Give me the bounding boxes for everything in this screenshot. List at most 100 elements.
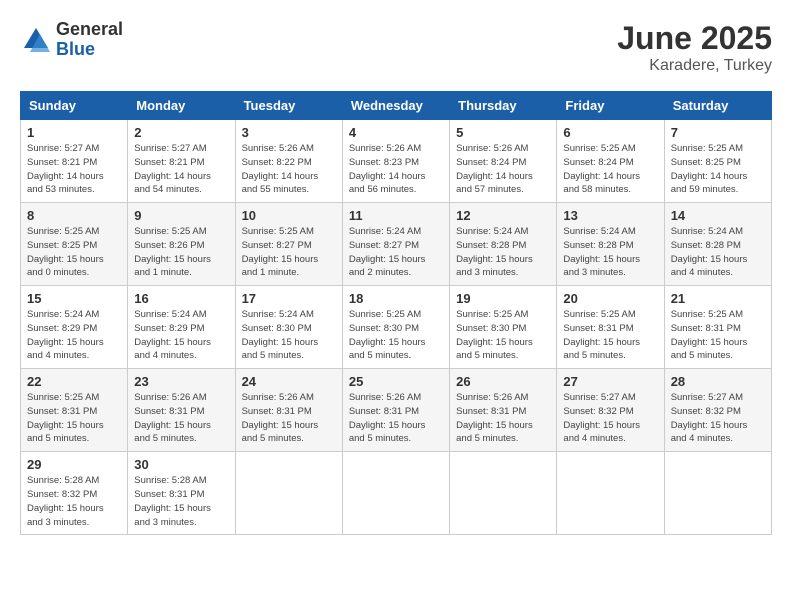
day-info: Sunrise: 5:24 AMSunset: 8:27 PMDaylight:… <box>349 225 443 280</box>
calendar-week-row: 1 Sunrise: 5:27 AMSunset: 8:21 PMDayligh… <box>21 120 772 203</box>
calendar-cell: 28 Sunrise: 5:27 AMSunset: 8:32 PMDaylig… <box>664 369 771 452</box>
day-info: Sunrise: 5:26 AMSunset: 8:31 PMDaylight:… <box>349 391 443 446</box>
day-info: Sunrise: 5:25 AMSunset: 8:30 PMDaylight:… <box>349 308 443 363</box>
calendar-cell: 3 Sunrise: 5:26 AMSunset: 8:22 PMDayligh… <box>235 120 342 203</box>
calendar-cell: 24 Sunrise: 5:26 AMSunset: 8:31 PMDaylig… <box>235 369 342 452</box>
day-info: Sunrise: 5:24 AMSunset: 8:29 PMDaylight:… <box>27 308 121 363</box>
calendar-cell: 12 Sunrise: 5:24 AMSunset: 8:28 PMDaylig… <box>450 203 557 286</box>
calendar-cell <box>664 452 771 535</box>
day-number: 8 <box>27 208 121 223</box>
calendar-cell: 29 Sunrise: 5:28 AMSunset: 8:32 PMDaylig… <box>21 452 128 535</box>
logo-blue-text: Blue <box>56 40 123 60</box>
day-number: 17 <box>242 291 336 306</box>
calendar-cell: 15 Sunrise: 5:24 AMSunset: 8:29 PMDaylig… <box>21 286 128 369</box>
day-info: Sunrise: 5:25 AMSunset: 8:25 PMDaylight:… <box>27 225 121 280</box>
calendar-cell: 20 Sunrise: 5:25 AMSunset: 8:31 PMDaylig… <box>557 286 664 369</box>
day-number: 4 <box>349 125 443 140</box>
calendar-cell <box>450 452 557 535</box>
day-info: Sunrise: 5:27 AMSunset: 8:32 PMDaylight:… <box>563 391 657 446</box>
calendar-week-row: 22 Sunrise: 5:25 AMSunset: 8:31 PMDaylig… <box>21 369 772 452</box>
location-title: Karadere, Turkey <box>617 57 772 75</box>
day-info: Sunrise: 5:25 AMSunset: 8:24 PMDaylight:… <box>563 142 657 197</box>
calendar-cell: 2 Sunrise: 5:27 AMSunset: 8:21 PMDayligh… <box>128 120 235 203</box>
day-number: 26 <box>456 374 550 389</box>
day-info: Sunrise: 5:24 AMSunset: 8:30 PMDaylight:… <box>242 308 336 363</box>
day-info: Sunrise: 5:26 AMSunset: 8:31 PMDaylight:… <box>456 391 550 446</box>
calendar-cell: 22 Sunrise: 5:25 AMSunset: 8:31 PMDaylig… <box>21 369 128 452</box>
day-info: Sunrise: 5:26 AMSunset: 8:23 PMDaylight:… <box>349 142 443 197</box>
calendar-cell: 8 Sunrise: 5:25 AMSunset: 8:25 PMDayligh… <box>21 203 128 286</box>
day-info: Sunrise: 5:24 AMSunset: 8:28 PMDaylight:… <box>563 225 657 280</box>
day-number: 30 <box>134 457 228 472</box>
day-info: Sunrise: 5:24 AMSunset: 8:28 PMDaylight:… <box>671 225 765 280</box>
day-number: 11 <box>349 208 443 223</box>
day-info: Sunrise: 5:25 AMSunset: 8:31 PMDaylight:… <box>671 308 765 363</box>
day-info: Sunrise: 5:27 AMSunset: 8:21 PMDaylight:… <box>27 142 121 197</box>
day-number: 28 <box>671 374 765 389</box>
calendar-cell <box>235 452 342 535</box>
day-number: 6 <box>563 125 657 140</box>
day-number: 22 <box>27 374 121 389</box>
calendar-cell: 6 Sunrise: 5:25 AMSunset: 8:24 PMDayligh… <box>557 120 664 203</box>
day-number: 5 <box>456 125 550 140</box>
day-number: 25 <box>349 374 443 389</box>
calendar-cell: 27 Sunrise: 5:27 AMSunset: 8:32 PMDaylig… <box>557 369 664 452</box>
day-info: Sunrise: 5:27 AMSunset: 8:21 PMDaylight:… <box>134 142 228 197</box>
day-number: 3 <box>242 125 336 140</box>
calendar-cell: 9 Sunrise: 5:25 AMSunset: 8:26 PMDayligh… <box>128 203 235 286</box>
day-info: Sunrise: 5:25 AMSunset: 8:25 PMDaylight:… <box>671 142 765 197</box>
day-number: 15 <box>27 291 121 306</box>
calendar-cell: 10 Sunrise: 5:25 AMSunset: 8:27 PMDaylig… <box>235 203 342 286</box>
calendar-cell: 14 Sunrise: 5:24 AMSunset: 8:28 PMDaylig… <box>664 203 771 286</box>
logo-icon <box>20 24 52 56</box>
day-number: 9 <box>134 208 228 223</box>
col-monday: Monday <box>128 92 235 120</box>
day-number: 23 <box>134 374 228 389</box>
calendar-week-row: 8 Sunrise: 5:25 AMSunset: 8:25 PMDayligh… <box>21 203 772 286</box>
day-info: Sunrise: 5:25 AMSunset: 8:31 PMDaylight:… <box>563 308 657 363</box>
day-info: Sunrise: 5:25 AMSunset: 8:27 PMDaylight:… <box>242 225 336 280</box>
calendar-cell: 4 Sunrise: 5:26 AMSunset: 8:23 PMDayligh… <box>342 120 449 203</box>
col-wednesday: Wednesday <box>342 92 449 120</box>
title-block: June 2025 Karadere, Turkey <box>617 20 772 75</box>
day-number: 10 <box>242 208 336 223</box>
calendar-cell: 26 Sunrise: 5:26 AMSunset: 8:31 PMDaylig… <box>450 369 557 452</box>
day-info: Sunrise: 5:26 AMSunset: 8:24 PMDaylight:… <box>456 142 550 197</box>
day-number: 7 <box>671 125 765 140</box>
calendar-week-row: 29 Sunrise: 5:28 AMSunset: 8:32 PMDaylig… <box>21 452 772 535</box>
calendar-cell: 5 Sunrise: 5:26 AMSunset: 8:24 PMDayligh… <box>450 120 557 203</box>
day-info: Sunrise: 5:27 AMSunset: 8:32 PMDaylight:… <box>671 391 765 446</box>
day-info: Sunrise: 5:26 AMSunset: 8:31 PMDaylight:… <box>134 391 228 446</box>
day-number: 14 <box>671 208 765 223</box>
month-title: June 2025 <box>617 20 772 57</box>
day-info: Sunrise: 5:26 AMSunset: 8:31 PMDaylight:… <box>242 391 336 446</box>
calendar-cell: 11 Sunrise: 5:24 AMSunset: 8:27 PMDaylig… <box>342 203 449 286</box>
day-info: Sunrise: 5:26 AMSunset: 8:22 PMDaylight:… <box>242 142 336 197</box>
day-info: Sunrise: 5:25 AMSunset: 8:31 PMDaylight:… <box>27 391 121 446</box>
col-sunday: Sunday <box>21 92 128 120</box>
logo: General Blue <box>20 20 123 60</box>
day-info: Sunrise: 5:28 AMSunset: 8:31 PMDaylight:… <box>134 474 228 529</box>
day-info: Sunrise: 5:24 AMSunset: 8:29 PMDaylight:… <box>134 308 228 363</box>
col-tuesday: Tuesday <box>235 92 342 120</box>
day-number: 13 <box>563 208 657 223</box>
calendar-cell: 30 Sunrise: 5:28 AMSunset: 8:31 PMDaylig… <box>128 452 235 535</box>
logo-general: General <box>56 20 123 40</box>
logo-text: General Blue <box>56 20 123 60</box>
day-number: 18 <box>349 291 443 306</box>
day-number: 24 <box>242 374 336 389</box>
calendar-cell: 19 Sunrise: 5:25 AMSunset: 8:30 PMDaylig… <box>450 286 557 369</box>
day-number: 16 <box>134 291 228 306</box>
day-number: 27 <box>563 374 657 389</box>
calendar-cell: 1 Sunrise: 5:27 AMSunset: 8:21 PMDayligh… <box>21 120 128 203</box>
day-info: Sunrise: 5:28 AMSunset: 8:32 PMDaylight:… <box>27 474 121 529</box>
calendar-cell <box>557 452 664 535</box>
calendar-cell <box>342 452 449 535</box>
day-number: 19 <box>456 291 550 306</box>
day-number: 20 <box>563 291 657 306</box>
calendar-cell: 18 Sunrise: 5:25 AMSunset: 8:30 PMDaylig… <box>342 286 449 369</box>
calendar-week-row: 15 Sunrise: 5:24 AMSunset: 8:29 PMDaylig… <box>21 286 772 369</box>
day-info: Sunrise: 5:25 AMSunset: 8:30 PMDaylight:… <box>456 308 550 363</box>
calendar-cell: 13 Sunrise: 5:24 AMSunset: 8:28 PMDaylig… <box>557 203 664 286</box>
calendar-cell: 7 Sunrise: 5:25 AMSunset: 8:25 PMDayligh… <box>664 120 771 203</box>
